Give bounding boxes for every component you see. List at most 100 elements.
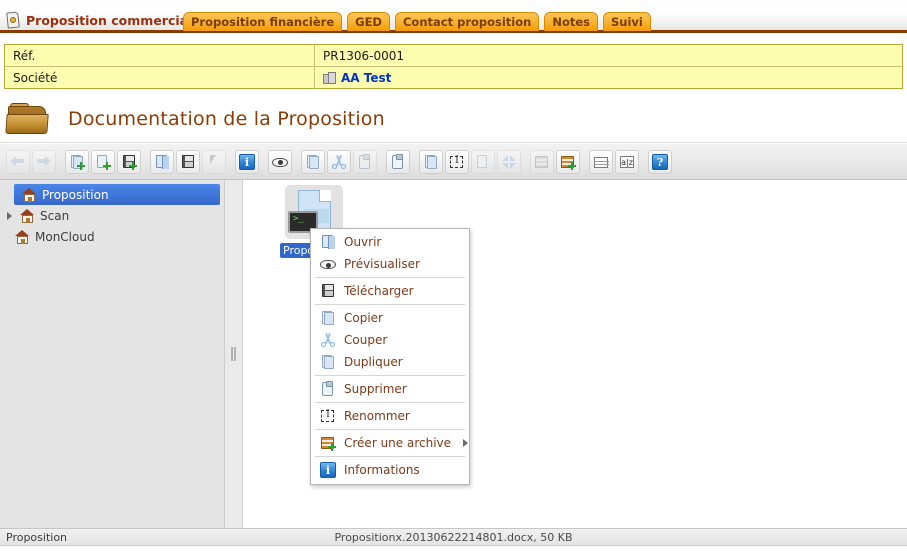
context-menu-item-informations[interactable]: i Informations bbox=[311, 459, 469, 481]
sidebar-item-proposition[interactable]: Proposition bbox=[14, 184, 220, 205]
tab-list: Proposition financière GED Contact propo… bbox=[183, 12, 651, 31]
toolbar-group-edit bbox=[419, 149, 521, 174]
sort-button[interactable]: a|z bbox=[615, 149, 639, 174]
page-header: Documentation de la Proposition bbox=[0, 95, 907, 143]
context-menu-item-ouvrir[interactable]: Ouvrir bbox=[311, 231, 469, 253]
menu-separator bbox=[315, 375, 465, 376]
context-menu-item-renommer[interactable]: Renommer bbox=[311, 405, 469, 427]
rename-icon bbox=[450, 155, 463, 168]
tab-suivi[interactable]: Suivi bbox=[603, 12, 651, 31]
toolbar-group-navigation bbox=[6, 149, 56, 174]
save-button[interactable] bbox=[117, 149, 141, 174]
toolbar-separator bbox=[377, 149, 386, 175]
rename-button[interactable] bbox=[445, 149, 469, 174]
information-button[interactable]: i bbox=[235, 149, 259, 174]
preview-button[interactable] bbox=[268, 149, 292, 174]
context-menu-item-label: Renommer bbox=[344, 409, 410, 423]
menu-separator bbox=[315, 304, 465, 305]
toolbar-separator bbox=[141, 149, 150, 175]
tab-ged[interactable]: GED bbox=[347, 12, 390, 31]
duplicate-icon bbox=[320, 354, 336, 370]
help-icon: ? bbox=[652, 153, 668, 170]
extract-button[interactable] bbox=[497, 149, 521, 174]
context-menu-item-label: Copier bbox=[344, 311, 383, 325]
download-button[interactable] bbox=[176, 149, 200, 174]
context-menu-item-label: Créer une archive bbox=[344, 436, 452, 450]
status-bar: Proposition Propositionx.20130622214801.… bbox=[0, 528, 907, 546]
field-value-ref: PR1306-0001 bbox=[315, 45, 902, 66]
create-archive-button[interactable] bbox=[556, 149, 580, 174]
context-menu-item-creer-une-archive[interactable]: Créer une archive bbox=[311, 432, 469, 454]
sidebar-item-label: Scan bbox=[40, 208, 70, 223]
tab-notes[interactable]: Notes bbox=[544, 12, 599, 31]
duplicate-button[interactable] bbox=[419, 149, 443, 174]
grid-view-button[interactable] bbox=[589, 149, 613, 174]
context-menu: Ouvrir Prévisualiser Télécharger Copier … bbox=[310, 228, 470, 485]
sidebar-item-moncloud[interactable]: MonCloud bbox=[0, 226, 224, 247]
menu-separator bbox=[315, 429, 465, 430]
context-menu-item-copier[interactable]: Copier bbox=[311, 307, 469, 329]
house-icon bbox=[22, 187, 37, 202]
context-menu-item-previsualiser[interactable]: Prévisualiser bbox=[311, 253, 469, 275]
application-window: Proposition commerciale Proposition fina… bbox=[0, 0, 907, 559]
sidebar-item-scan[interactable]: Scan bbox=[0, 205, 224, 226]
cursor-select-button[interactable] bbox=[202, 149, 226, 174]
info-icon: i bbox=[320, 462, 336, 478]
tab-proposition-financiere[interactable]: Proposition financière bbox=[183, 12, 343, 31]
societe-link[interactable]: AA Test bbox=[341, 71, 391, 85]
bottom-filler bbox=[0, 547, 907, 559]
toolbar-group-archive bbox=[530, 149, 580, 174]
panel-splitter[interactable] bbox=[225, 180, 243, 528]
copy-button[interactable] bbox=[301, 149, 325, 174]
toolbar-separator bbox=[292, 149, 301, 175]
menu-separator bbox=[315, 277, 465, 278]
context-menu-item-label: Prévisualiser bbox=[344, 257, 420, 271]
status-center-text: Propositionx.20130622214801.docx, 50 KB bbox=[334, 531, 573, 544]
context-menu-item-couper[interactable]: Couper bbox=[311, 329, 469, 351]
context-menu-item-label: Dupliquer bbox=[344, 355, 403, 369]
chevron-right-icon bbox=[463, 439, 469, 447]
context-menu-item-label: Supprimer bbox=[344, 382, 407, 396]
toolbar-separator bbox=[639, 149, 648, 175]
toolbar-group-help: ? bbox=[648, 149, 672, 174]
sidebar-item-label: Proposition bbox=[42, 187, 109, 202]
tab-contact-proposition[interactable]: Contact proposition bbox=[394, 12, 540, 31]
new-folder-button[interactable] bbox=[65, 149, 89, 174]
floppy-icon bbox=[320, 283, 336, 299]
cut-button[interactable] bbox=[327, 149, 351, 174]
archive-add-icon bbox=[320, 435, 336, 451]
table-row: Société AA Test bbox=[5, 67, 902, 89]
sidebar-item-label: MonCloud bbox=[35, 229, 95, 244]
toolbar-group-delete bbox=[386, 149, 410, 174]
toolbar-group-file-actions bbox=[150, 149, 226, 174]
context-menu-item-dupliquer[interactable]: Dupliquer bbox=[311, 351, 469, 373]
house-icon bbox=[15, 229, 30, 244]
splitter-grip[interactable] bbox=[231, 347, 236, 361]
open-button[interactable] bbox=[150, 149, 174, 174]
page-title: Documentation de la Proposition bbox=[68, 107, 385, 130]
chevron-right-icon[interactable] bbox=[6, 211, 15, 220]
archive-button[interactable] bbox=[530, 149, 554, 174]
context-menu-item-telecharger[interactable]: Télécharger bbox=[311, 280, 469, 302]
trash-clipboard-icon bbox=[320, 381, 336, 397]
sidebar-tree: Proposition Scan MonCloud bbox=[0, 180, 225, 528]
toolbar-group-preview bbox=[268, 149, 292, 174]
paste-button[interactable] bbox=[353, 149, 377, 174]
tab-bar: Proposition commerciale Proposition fina… bbox=[0, 0, 907, 33]
context-menu-item-label: Télécharger bbox=[344, 284, 414, 298]
forward-button[interactable] bbox=[32, 149, 56, 174]
edit-button[interactable] bbox=[471, 149, 495, 174]
toolbar-group-create bbox=[65, 149, 141, 174]
document-tag-icon bbox=[6, 11, 21, 29]
new-file-button[interactable] bbox=[91, 149, 115, 174]
delete-button[interactable] bbox=[386, 149, 410, 174]
menu-separator bbox=[315, 456, 465, 457]
toolbar-separator bbox=[56, 149, 65, 175]
info-icon: i bbox=[239, 153, 255, 170]
help-button[interactable]: ? bbox=[648, 149, 672, 174]
toolbar-separator bbox=[259, 149, 268, 175]
back-button[interactable] bbox=[6, 149, 30, 174]
eye-icon bbox=[272, 157, 288, 167]
toolbar-separator bbox=[226, 149, 235, 175]
context-menu-item-supprimer[interactable]: Supprimer bbox=[311, 378, 469, 400]
